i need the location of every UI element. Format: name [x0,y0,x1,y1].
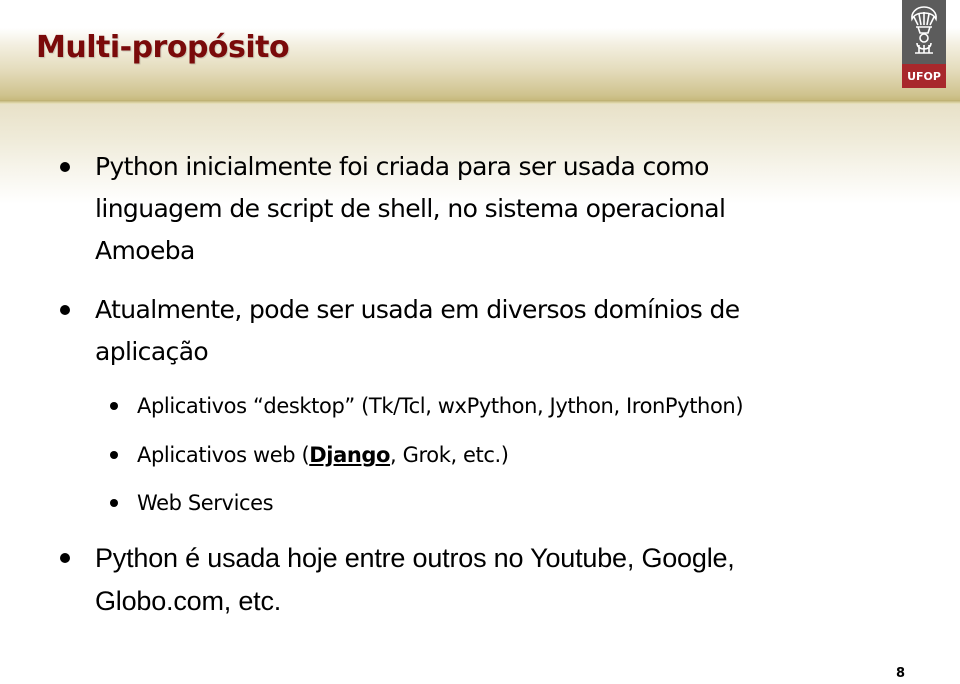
bullet-icon [60,305,70,315]
django-link[interactable]: Django [309,443,390,467]
bullet-icon [60,553,70,563]
sub-bullet-web-prefix: Aplicativos web ( [137,443,310,467]
bullet-2-line-2: aplicação [95,337,209,366]
slide-content: Python inicialmente foi criada para ser … [0,0,960,684]
sub-bullet-web-suffix: , Grok, etc.) [390,443,509,467]
sub-bullet-icon [110,451,118,459]
page-number: 8 [896,666,906,681]
bullet-2-line-1: Atualmente, pode ser usada em diversos d… [95,295,740,324]
bullet-1-line-1: Python inicialmente foi criada para ser … [95,152,709,181]
bullet-3-line-2: Globo.com, etc. [95,586,282,616]
sub-bullet-icon [110,499,118,507]
sub-bullet-web: Aplicativos web (Django, Grok, etc.) [137,440,917,470]
bullet-3-line-1: Python é usada hoje entre outros no Yout… [95,543,735,573]
bullet-1-line-3: Amoeba [95,236,195,265]
sub-bullet-icon [110,402,118,410]
sub-bullet-web-services: Web Services [137,491,274,515]
bullet-1-line-2: linguagem de script de shell, no sistema… [95,194,726,223]
bullet-icon [60,162,70,172]
sub-bullet-desktop: Aplicativos “desktop” (Tk/Tcl, wxPython,… [137,394,744,418]
